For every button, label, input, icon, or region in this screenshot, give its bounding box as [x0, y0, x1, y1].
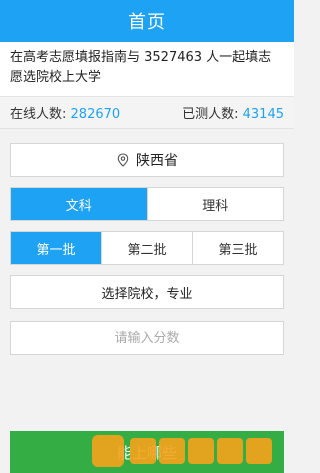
- online-label: 在线人数:: [10, 107, 67, 122]
- watermark-block: [217, 437, 243, 464]
- province-label: 陕西省: [136, 153, 178, 169]
- subject-option-label: 理科: [202, 198, 229, 214]
- subject-option-like[interactable]: 理科: [146, 188, 284, 220]
- watermark-block: [188, 437, 214, 464]
- watermark-icon: [92, 434, 124, 467]
- batch-option-third[interactable]: 第三批: [192, 232, 283, 264]
- batch-option-second[interactable]: 第二批: [101, 232, 192, 264]
- form-area: 陕西省 文科 理科 第一批 第二批 第三批 选择院校，专业: [0, 143, 294, 355]
- batch-option-label: 第二批: [127, 242, 167, 258]
- watermark-logo: [92, 428, 294, 473]
- location-pin-icon: [117, 153, 129, 167]
- score-input[interactable]: [10, 321, 284, 355]
- school-major-label: 选择院校，专业: [101, 286, 193, 302]
- stats-bar: 在线人数: 282670 已测人数: 43145: [0, 97, 294, 129]
- subject-toggle: 文科 理科: [10, 187, 284, 221]
- online-value: 282670: [70, 107, 121, 122]
- intro-text: 在高考志愿填报指南与 3527463 人一起填志愿选院校上大学: [10, 50, 272, 85]
- province-selector[interactable]: 陕西省: [10, 143, 284, 177]
- intro-banner: 在高考志愿填报指南与 3527463 人一起填志愿选院校上大学: [0, 42, 294, 97]
- tested-label: 已测人数:: [182, 107, 239, 122]
- watermark-block: [130, 437, 156, 464]
- tested-count: 已测人数: 43145: [182, 103, 284, 122]
- batch-option-label: 第三批: [218, 242, 258, 258]
- batch-option-label: 第一批: [36, 242, 76, 258]
- batch-option-first[interactable]: 第一批: [11, 232, 101, 264]
- page-title: 首页: [128, 12, 166, 33]
- watermark-block: [159, 437, 185, 464]
- app-header: 首页: [0, 0, 294, 42]
- watermark-block: [246, 437, 272, 464]
- watermark-text-blocks: [130, 437, 272, 464]
- batch-toggle: 第一批 第二批 第三批: [10, 231, 284, 265]
- school-major-selector[interactable]: 选择院校，专业: [10, 275, 284, 309]
- tested-value: 43145: [242, 107, 284, 122]
- online-count: 在线人数: 282670: [10, 103, 120, 122]
- subject-option-label: 文科: [65, 198, 92, 214]
- subject-option-wenke[interactable]: 文科: [11, 188, 147, 220]
